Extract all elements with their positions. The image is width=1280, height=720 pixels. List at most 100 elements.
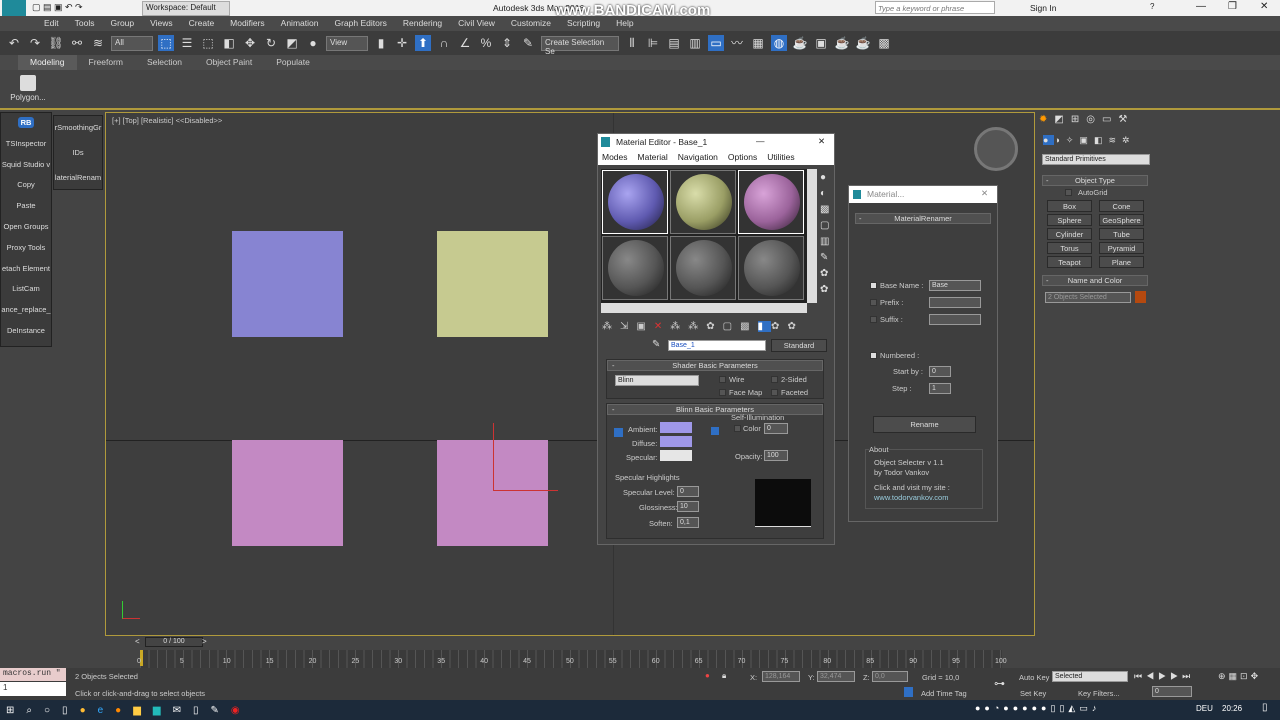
spinner-snap-icon[interactable]: ⇕: [499, 35, 515, 51]
named-selection-dropdown[interactable]: Create Selection Se: [541, 35, 619, 56]
set-key-button[interactable]: Set Key: [1020, 689, 1046, 698]
options-icon[interactable]: ✿: [820, 266, 832, 282]
base-name-input[interactable]: Base: [929, 280, 981, 291]
plane-object-purple[interactable]: [232, 231, 343, 337]
proxy-tools-button[interactable]: Proxy Tools: [1, 238, 51, 259]
pyramid-button[interactable]: Pyramid: [1099, 242, 1144, 254]
time-slider-next[interactable]: >: [202, 637, 207, 646]
unlink-icon[interactable]: ⚯: [69, 35, 85, 51]
current-frame-field[interactable]: 0: [1152, 686, 1192, 697]
selection-lock-icon[interactable]: 🔒︎: [722, 671, 726, 681]
isolate-icon[interactable]: ●: [705, 671, 710, 680]
clock[interactable]: 20:26: [1222, 704, 1242, 713]
add-time-tag[interactable]: Add Time Tag: [921, 689, 967, 698]
move-icon[interactable]: ✥: [242, 35, 258, 51]
key-filters-button[interactable]: Key Filters...: [1078, 689, 1120, 698]
opacity-field[interactable]: 100: [764, 450, 788, 461]
time-slider-thumb[interactable]: 0 / 100: [145, 637, 203, 647]
shader-rollout-header[interactable]: - Shader Basic Parameters: [607, 360, 823, 371]
tab-populate[interactable]: Populate: [264, 55, 322, 70]
render-icon[interactable]: ☕: [834, 35, 850, 51]
background-icon[interactable]: ▩: [820, 202, 832, 218]
link-icon[interactable]: ⛓: [48, 35, 64, 51]
prefix-input[interactable]: [929, 297, 981, 308]
sphere-button[interactable]: Sphere: [1047, 214, 1092, 226]
ids-button[interactable]: IDs: [54, 141, 102, 166]
close-button[interactable]: ✕: [1260, 1, 1268, 12]
teapot-button[interactable]: Teapot: [1047, 256, 1092, 268]
redo-icon[interactable]: ↷: [27, 35, 43, 51]
paint-icon[interactable]: ✎: [211, 705, 219, 716]
pivot-icon[interactable]: ▮: [373, 35, 389, 51]
self-illum-color-checkbox[interactable]: [734, 425, 741, 432]
language-indicator[interactable]: DEU: [1196, 704, 1213, 713]
primitives-dropdown[interactable]: Standard Primitives: [1042, 154, 1150, 165]
detach-element-button[interactable]: etach Element: [1, 259, 51, 280]
explorer-icon[interactable]: ▆: [133, 705, 141, 716]
help-icon[interactable]: ?: [1150, 2, 1154, 11]
keyboard-shortcut-icon[interactable]: ⬆: [415, 35, 431, 51]
window-crossing-icon[interactable]: ◧: [221, 35, 237, 51]
material-name-field[interactable]: Base_1: [668, 340, 766, 351]
workspace-dropdown[interactable]: Workspace: Default: [142, 1, 230, 16]
sample-type-icon[interactable]: ●: [820, 170, 832, 186]
polygon-modeling-button[interactable]: Polygon...: [8, 73, 48, 109]
specular-level-field[interactable]: 0: [677, 486, 699, 497]
glossiness-field[interactable]: 10: [677, 501, 699, 512]
lock-ambient-diffuse-icon[interactable]: [614, 428, 623, 437]
a360-icon[interactable]: ▩: [876, 35, 892, 51]
cortana-icon[interactable]: ○: [44, 705, 50, 716]
unique-icon[interactable]: ⁂: [688, 321, 706, 332]
backlight-icon[interactable]: ◐: [820, 186, 832, 202]
sample-slot-2[interactable]: [670, 170, 736, 234]
viewport-label[interactable]: [+] [Top] [Realistic] <<Disabled>>: [112, 116, 222, 125]
render-iterative-icon[interactable]: ☕: [855, 35, 871, 51]
instance-replace-button[interactable]: ance_replace_: [1, 300, 51, 321]
plane-object-yellow[interactable]: [437, 231, 548, 337]
suffix-checkbox[interactable]: [870, 316, 877, 323]
open-groups-button[interactable]: Open Groups: [1, 217, 51, 238]
material-type-button[interactable]: Standard: [771, 339, 827, 352]
modify-tab-icon[interactable]: ◩: [1054, 114, 1070, 125]
menu-modifiers[interactable]: Modifiers: [222, 16, 272, 31]
minimize-button[interactable]: —: [1196, 1, 1206, 12]
viewcube[interactable]: [974, 127, 1018, 171]
preview-icon[interactable]: ✎: [820, 250, 832, 266]
rendered-frame-icon[interactable]: ▣: [813, 35, 829, 51]
maximize-button[interactable]: ❐: [1228, 1, 1237, 12]
renamer-rollout-header[interactable]: - MaterialRenamer: [855, 213, 991, 224]
object-name-field[interactable]: 2 Objects Selected: [1045, 292, 1131, 303]
geometry-icon[interactable]: ●: [1043, 135, 1055, 145]
face-map-checkbox[interactable]: [719, 389, 726, 396]
material-renamer-button[interactable]: laterialRenam: [54, 166, 102, 191]
reference-coord-dropdown[interactable]: View: [326, 35, 368, 51]
notifications-icon[interactable]: ▯: [1262, 702, 1268, 713]
menu-scripting[interactable]: Scripting: [559, 16, 608, 31]
suffix-input[interactable]: [929, 314, 981, 325]
menu-graph-editors[interactable]: Graph Editors: [326, 16, 394, 31]
plane-object-pink[interactable]: [232, 440, 343, 546]
app-icon[interactable]: ▯: [193, 705, 199, 716]
wire-checkbox[interactable]: [719, 376, 726, 383]
about-link[interactable]: www.todorvankov.com: [874, 493, 948, 502]
percent-snap-icon[interactable]: %: [478, 35, 494, 51]
z-coordinate[interactable]: 0,0: [872, 671, 908, 682]
start-icon[interactable]: ⊞: [6, 705, 14, 716]
tube-button[interactable]: Tube: [1099, 228, 1144, 240]
start-by-input[interactable]: 0: [929, 366, 951, 377]
menu-options[interactable]: Options: [728, 152, 757, 164]
object-color-swatch[interactable]: [1135, 291, 1146, 303]
put-to-library-icon[interactable]: ✿: [706, 321, 722, 332]
select-by-name-icon[interactable]: ☰: [179, 35, 195, 51]
slots-vertical-scrollbar[interactable]: [807, 169, 817, 303]
maxscript-listener[interactable]: macros.run ": [0, 668, 66, 681]
squid-studio-button[interactable]: Squid Studio v: [1, 155, 51, 176]
selection-filter-dropdown[interactable]: All: [111, 35, 153, 51]
layer-icon[interactable]: ▤: [666, 35, 682, 51]
copy-material-icon[interactable]: ⁂: [670, 321, 688, 332]
sample-slot-1[interactable]: [602, 170, 668, 234]
sample-slot-5[interactable]: [670, 236, 736, 300]
rename-button[interactable]: Rename: [873, 416, 976, 433]
schematic-view-icon[interactable]: ▦: [750, 35, 766, 51]
scene-explorer-icon[interactable]: ▥: [687, 35, 703, 51]
